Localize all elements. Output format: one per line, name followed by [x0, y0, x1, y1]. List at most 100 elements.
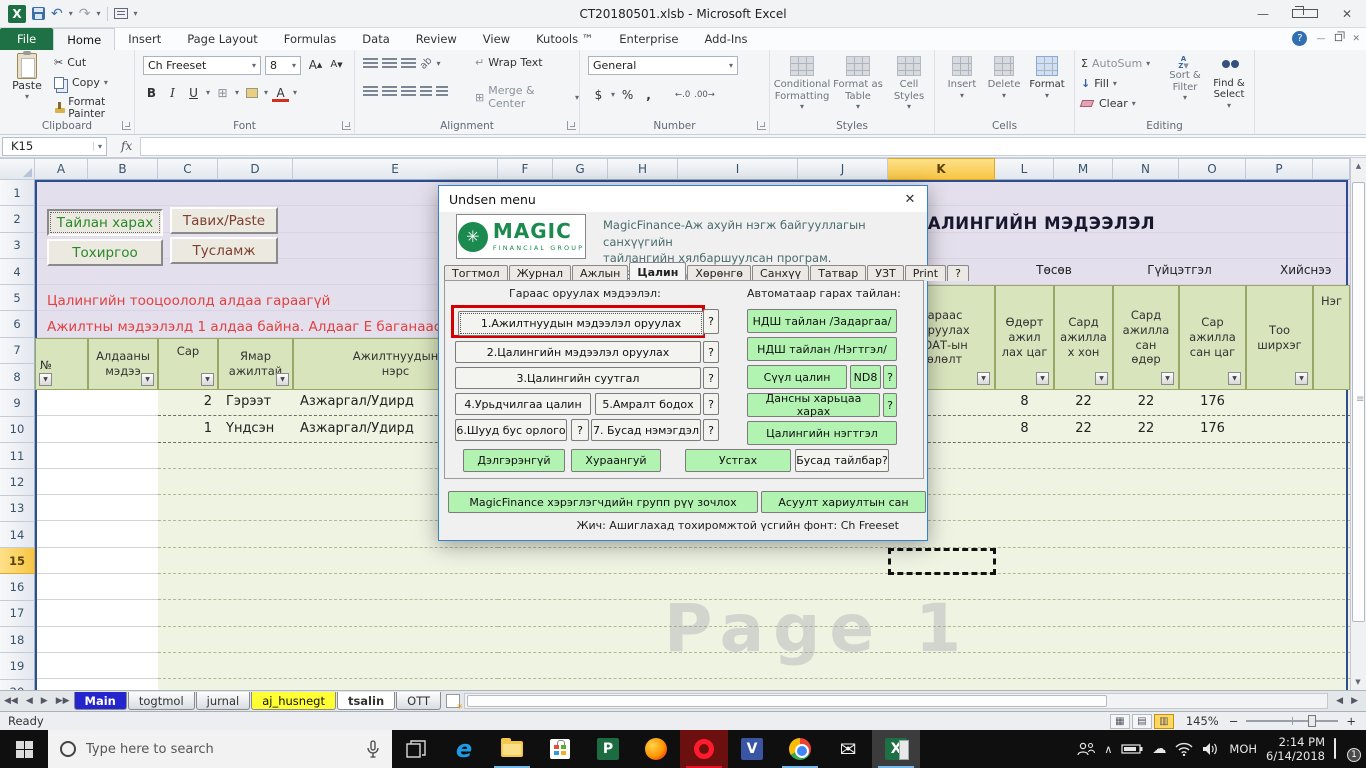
onedrive-icon[interactable]: ☁: [1152, 741, 1166, 757]
taskbar-opera[interactable]: [680, 730, 728, 768]
dlg-btn-other-additions[interactable]: 7. Бусад нэмэгдэл: [591, 419, 701, 441]
help-button[interactable]: ?: [883, 393, 897, 417]
cell-D10[interactable]: Үндсэн: [226, 421, 274, 436]
row-header-12[interactable]: 12: [0, 469, 35, 496]
cell-O10[interactable]: 176: [1179, 421, 1246, 436]
dlg-btn-account-ratio[interactable]: Дансны харьцаа харах: [747, 392, 880, 418]
row-header-18[interactable]: 18: [0, 627, 35, 654]
taskbar-project[interactable]: P: [584, 730, 632, 768]
row-header-17[interactable]: 17: [0, 600, 35, 628]
filter-icon[interactable]: ▼: [141, 373, 154, 386]
dlg-btn-user-group[interactable]: MagicFinance хэрэглэгчдийн групп рүү зоч…: [448, 491, 758, 513]
dlg-btn-advance-salary[interactable]: 4.Урьдчилгаа цалин: [455, 393, 591, 415]
row-header-9[interactable]: 9: [0, 390, 35, 417]
taskbar-file-explorer[interactable]: [488, 730, 536, 768]
cell-M9[interactable]: 22: [1054, 394, 1113, 409]
dlg-btn-salary-deduction[interactable]: 3.Цалингийн суутгал: [455, 367, 701, 389]
dialog-close-icon[interactable]: ✕: [893, 186, 927, 212]
dlg-btn-faq[interactable]: Асуулт хариултын сан: [761, 491, 926, 513]
cell-E10[interactable]: Азжаргал/Удирд: [300, 421, 414, 436]
taskbar-visio[interactable]: V: [728, 730, 776, 768]
horizontal-scroll-thumb[interactable]: [467, 695, 1108, 707]
zoom-slider-thumb[interactable]: [1308, 715, 1317, 727]
dialog-titlebar[interactable]: Undsen menu ✕: [439, 186, 927, 212]
sheet-tab-aj_husnegt[interactable]: aj_husnegt: [251, 692, 336, 710]
cell-O9[interactable]: 176: [1179, 394, 1246, 409]
wifi-icon[interactable]: [1175, 742, 1193, 756]
row-header-19[interactable]: 19: [0, 653, 35, 680]
zoom-out-icon[interactable]: −: [1229, 714, 1239, 728]
row-header-7[interactable]: 7: [0, 337, 35, 365]
zoom-level[interactable]: 145%: [1186, 714, 1219, 728]
cell-L10[interactable]: 8: [995, 421, 1054, 436]
filter-icon[interactable]: ▼: [1036, 372, 1049, 385]
hscroll-right-icon[interactable]: ▶: [1347, 696, 1362, 706]
dlg-btn-other-explanation[interactable]: Бусад тайлбар?: [795, 449, 889, 472]
filter-icon[interactable]: ▼: [1228, 372, 1241, 385]
speaker-icon[interactable]: [1202, 742, 1220, 756]
dlg-btn-detailed[interactable]: Дэлгэрэнгүй: [463, 449, 565, 472]
sheet-tab-togtmol[interactable]: togtmol: [127, 692, 195, 710]
help-button[interactable]: ?: [703, 341, 719, 363]
task-view-button[interactable]: [392, 730, 440, 768]
help-button[interactable]: ?: [703, 367, 719, 389]
dialog-tab-Тогтмол[interactable]: Тогтмол: [444, 265, 508, 281]
view-page-layout-button[interactable]: ▤: [1131, 713, 1152, 729]
dialog-tab-Санхүү[interactable]: Санхүү: [752, 265, 810, 281]
dialog-tab-Ажлын[interactable]: Ажлын: [572, 265, 629, 281]
filter-icon[interactable]: ▼: [1161, 372, 1174, 385]
sheet-tab-Main[interactable]: Main: [73, 692, 127, 710]
sheet-tab-OTT[interactable]: OTT: [396, 692, 442, 710]
help-button[interactable]: ?: [703, 393, 719, 415]
hscroll-left-icon[interactable]: ◀: [1332, 696, 1347, 706]
dialog-tab-Журнал[interactable]: Журнал: [508, 265, 572, 281]
dlg-btn-nd8[interactable]: ND8: [850, 365, 881, 389]
prev-sheet-icon[interactable]: ◀: [22, 696, 37, 706]
zoom-slider[interactable]: [1246, 715, 1339, 727]
row-header-3[interactable]: 3: [0, 232, 35, 259]
cell-C9[interactable]: 2: [158, 394, 212, 409]
dlg-btn-ndsh-detail[interactable]: НДШ тайлан /Задаргаа/: [747, 309, 897, 333]
scroll-down-icon[interactable]: ▼: [1350, 674, 1366, 690]
dlg-btn-salary-summary[interactable]: Цалингийн нэгтгэл: [747, 421, 897, 445]
sheet-tab-tsalin[interactable]: tsalin: [336, 692, 396, 710]
row-header-8[interactable]: 8: [0, 364, 35, 391]
row-header-11[interactable]: 11: [0, 442, 35, 470]
zoom-in-icon[interactable]: +: [1346, 714, 1356, 728]
first-sheet-icon[interactable]: ◀◀: [0, 696, 22, 706]
filter-icon[interactable]: ▼: [276, 373, 289, 386]
dialog-tab-?[interactable]: ?: [947, 265, 969, 281]
vertical-scroll-thumb[interactable]: [1352, 182, 1365, 622]
row-header-5[interactable]: 5: [0, 285, 35, 312]
row-header-15[interactable]: 15: [0, 548, 35, 575]
dlg-btn-delete[interactable]: Устгах: [685, 449, 791, 472]
taskbar-edge[interactable]: e: [440, 730, 488, 768]
cell-C10[interactable]: 1: [158, 421, 212, 436]
hidden-icons-chevron[interactable]: ∧: [1104, 743, 1112, 756]
filter-icon[interactable]: ▼: [201, 373, 214, 386]
cell-M10[interactable]: 22: [1054, 421, 1113, 436]
row-header-10[interactable]: 10: [0, 416, 35, 443]
start-button[interactable]: [0, 730, 48, 768]
workbook-close-icon[interactable]: ✕: [1352, 34, 1360, 44]
row-header-16[interactable]: 16: [0, 574, 35, 601]
filter-icon[interactable]: ▼: [1095, 372, 1108, 385]
help-sheet-button[interactable]: Тусламж: [170, 237, 278, 264]
taskbar-clock[interactable]: 2:14 PM 6/14/2018: [1266, 735, 1325, 764]
cell-N9[interactable]: 22: [1113, 394, 1179, 409]
dialog-tab-Цалин[interactable]: Цалин: [629, 262, 687, 281]
help-button[interactable]: ?: [883, 365, 897, 389]
dlg-btn-employee-info[interactable]: 1.Ажилтнуудын мэдээлэл оруулах: [458, 311, 704, 336]
cell-L9[interactable]: 8: [995, 394, 1054, 409]
row-header-14[interactable]: 14: [0, 521, 35, 549]
language-indicator[interactable]: MOH: [1229, 742, 1257, 756]
microphone-icon[interactable]: [366, 740, 380, 758]
taskbar-store[interactable]: [536, 730, 584, 768]
people-icon[interactable]: [1077, 742, 1096, 757]
dlg-btn-ndsh-summary[interactable]: НДШ тайлан /Нэгтгэл/: [747, 337, 897, 361]
cell-E9[interactable]: Азжаргал/Удирд: [300, 394, 414, 409]
paste-sheet-button[interactable]: Тавих/Paste: [170, 207, 278, 234]
dlg-btn-salary-info[interactable]: 2.Цалингийн мэдээлэл оруулах: [455, 341, 701, 363]
taskbar-firefox[interactable]: [632, 730, 680, 768]
row-header-20[interactable]: 20: [0, 679, 35, 690]
